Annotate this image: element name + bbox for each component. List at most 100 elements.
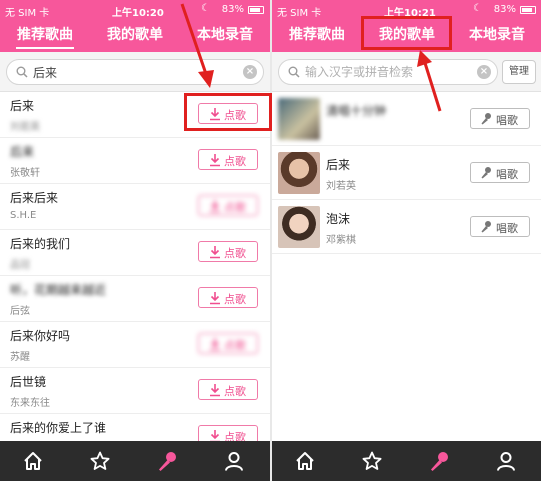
microphone-icon bbox=[481, 113, 491, 125]
playlist-song-title: 后来 bbox=[326, 158, 351, 172]
song-artist: 苏醒 bbox=[10, 352, 30, 363]
sing-button[interactable]: 唱歌 bbox=[470, 162, 530, 183]
playlist-song-title: 泡沫 bbox=[326, 212, 351, 226]
clear-search-icon[interactable]: × bbox=[243, 65, 257, 79]
song-row: 听，花期越来越近 后弦 点歌 bbox=[0, 276, 270, 322]
my-playlist-screen: 无 SIM 卡 上午10:21 ☾ 83% 推荐歌曲 我的歌单 本地录音 × 管… bbox=[272, 0, 541, 481]
pick-song-label: 点歌 bbox=[224, 247, 246, 260]
my-song-list: 清唱十分钟 唱歌 后来 刘若英 唱歌 泡沫 邓紫棋 唱歌 bbox=[272, 92, 541, 441]
song-row: 后来的我们 品冠 点歌 bbox=[0, 230, 270, 276]
download-icon bbox=[210, 108, 220, 121]
user-icon bbox=[225, 452, 243, 471]
microphone-icon bbox=[481, 167, 491, 179]
search-box: × bbox=[278, 59, 498, 85]
battery-percent: 83% bbox=[493, 4, 516, 15]
song-row: 后世镜东来东往 点歌 bbox=[0, 368, 270, 414]
nav-favorites[interactable] bbox=[67, 441, 134, 481]
clear-search-icon[interactable]: × bbox=[477, 65, 491, 79]
search-input[interactable] bbox=[305, 63, 465, 81]
download-icon bbox=[210, 246, 220, 259]
nav-home[interactable] bbox=[272, 441, 339, 481]
playlist-song-artist: 刘若英 bbox=[326, 181, 356, 192]
pick-song-button[interactable]: 点歌 bbox=[198, 103, 258, 124]
search-bar: × bbox=[0, 52, 270, 92]
status-bar: 无 SIM 卡 上午10:20 ☾ 83% bbox=[0, 0, 270, 20]
song-row: 后来刘若英 点歌 bbox=[0, 92, 270, 138]
playlist-song-title: 清唱十分钟 bbox=[326, 104, 387, 118]
search-bar: × 管理 bbox=[272, 52, 541, 92]
search-icon bbox=[16, 66, 28, 78]
song-row: 后来 张敬轩 点歌 bbox=[0, 138, 270, 184]
search-input[interactable] bbox=[33, 63, 193, 81]
download-icon bbox=[210, 292, 220, 305]
song-list: 后来 刘若英 点歌 后来 张敬轩 点歌 后来后来 S.H.E 点歌 后来的我们 品冠 点歌 听，花期越来… bbox=[0, 92, 270, 441]
tab-bar: 推荐歌曲 我的歌单 本地录音 bbox=[0, 20, 270, 52]
clock-text: 上午10:21 bbox=[384, 8, 436, 19]
tab-my-playlist[interactable]: 我的歌单 bbox=[90, 20, 180, 52]
nav-profile[interactable] bbox=[473, 441, 540, 481]
bottom-navigation bbox=[272, 441, 541, 481]
download-icon bbox=[210, 200, 220, 213]
carrier-text: 无 SIM 卡 bbox=[5, 8, 50, 19]
user-icon bbox=[497, 452, 515, 471]
microphone-icon bbox=[159, 452, 176, 471]
tab-local-recordings[interactable]: 本地录音 bbox=[452, 20, 541, 52]
download-icon bbox=[210, 338, 220, 351]
moon-icon: ☾ bbox=[201, 3, 210, 14]
song-row: 后来你好吗 苏醒 点歌 bbox=[0, 322, 270, 368]
star-icon bbox=[90, 451, 110, 470]
pick-song-button[interactable]: 点歌 bbox=[198, 379, 258, 400]
battery-percent: 83% bbox=[221, 4, 244, 15]
recommended-songs-screen: 无 SIM 卡 上午10:20 ☾ 83% 推荐歌曲 我的歌单 本地录音 × 后… bbox=[0, 0, 270, 481]
status-bar: 无 SIM 卡 上午10:21 ☾ 83% bbox=[272, 0, 541, 20]
pick-song-button[interactable]: 点歌 bbox=[198, 333, 258, 354]
pick-song-button[interactable]: 点歌 bbox=[198, 241, 258, 262]
manage-button[interactable]: 管理 bbox=[502, 60, 536, 84]
pick-song-button[interactable]: 点歌 bbox=[198, 287, 258, 308]
song-artist: 张敬轩 bbox=[10, 168, 40, 179]
album-cover bbox=[278, 98, 320, 140]
pick-song-button[interactable]: 点歌 bbox=[198, 195, 258, 216]
song-artist: S.H.E bbox=[10, 210, 37, 221]
tab-recommended-songs[interactable]: 推荐歌曲 bbox=[272, 20, 362, 52]
song-title: 后来的你爱上了谁 bbox=[10, 421, 107, 435]
tab-recommended-songs[interactable]: 推荐歌曲 bbox=[0, 20, 90, 52]
sing-button[interactable]: 唱歌 bbox=[470, 216, 530, 237]
song-title: 后来 bbox=[10, 99, 35, 113]
pick-song-label: 点歌 bbox=[224, 385, 246, 398]
pick-song-label: 点歌 bbox=[224, 155, 246, 168]
sing-label: 唱歌 bbox=[496, 222, 518, 235]
playlist-row: 泡沫邓紫棋 唱歌 bbox=[272, 200, 541, 254]
pick-song-button[interactable]: 点歌 bbox=[198, 425, 258, 441]
home-icon bbox=[24, 452, 42, 470]
microphone-icon bbox=[481, 221, 491, 233]
pick-song-label: 点歌 bbox=[224, 339, 246, 352]
sing-label: 唱歌 bbox=[496, 114, 518, 127]
pick-song-button[interactable]: 点歌 bbox=[198, 149, 258, 170]
bottom-navigation bbox=[0, 441, 270, 481]
nav-sing[interactable] bbox=[406, 441, 473, 481]
song-row: 后来的你爱上了谁 点歌 bbox=[0, 414, 270, 441]
tab-local-recordings[interactable]: 本地录音 bbox=[180, 20, 270, 52]
song-artist: 东来东往 bbox=[10, 398, 50, 409]
nav-sing[interactable] bbox=[134, 441, 201, 481]
song-title: 后世镜 bbox=[10, 375, 47, 389]
song-row: 后来后来 S.H.E 点歌 bbox=[0, 184, 270, 230]
album-cover bbox=[278, 152, 320, 194]
nav-profile[interactable] bbox=[201, 441, 268, 481]
pick-song-label: 点歌 bbox=[224, 109, 246, 122]
download-icon bbox=[210, 384, 220, 397]
playlist-song-artist: 邓紫棋 bbox=[326, 235, 356, 246]
microphone-icon bbox=[431, 452, 448, 471]
album-cover bbox=[278, 206, 320, 248]
song-artist: 刘若英 bbox=[10, 122, 40, 133]
nav-favorites[interactable] bbox=[339, 441, 406, 481]
download-icon bbox=[210, 154, 220, 167]
pick-song-label: 点歌 bbox=[224, 201, 246, 214]
nav-home[interactable] bbox=[0, 441, 67, 481]
sing-button[interactable]: 唱歌 bbox=[470, 108, 530, 129]
star-icon bbox=[362, 451, 382, 470]
search-icon bbox=[288, 66, 300, 78]
song-title: 后来后来 bbox=[10, 191, 59, 205]
tab-my-playlist[interactable]: 我的歌单 bbox=[362, 20, 452, 52]
